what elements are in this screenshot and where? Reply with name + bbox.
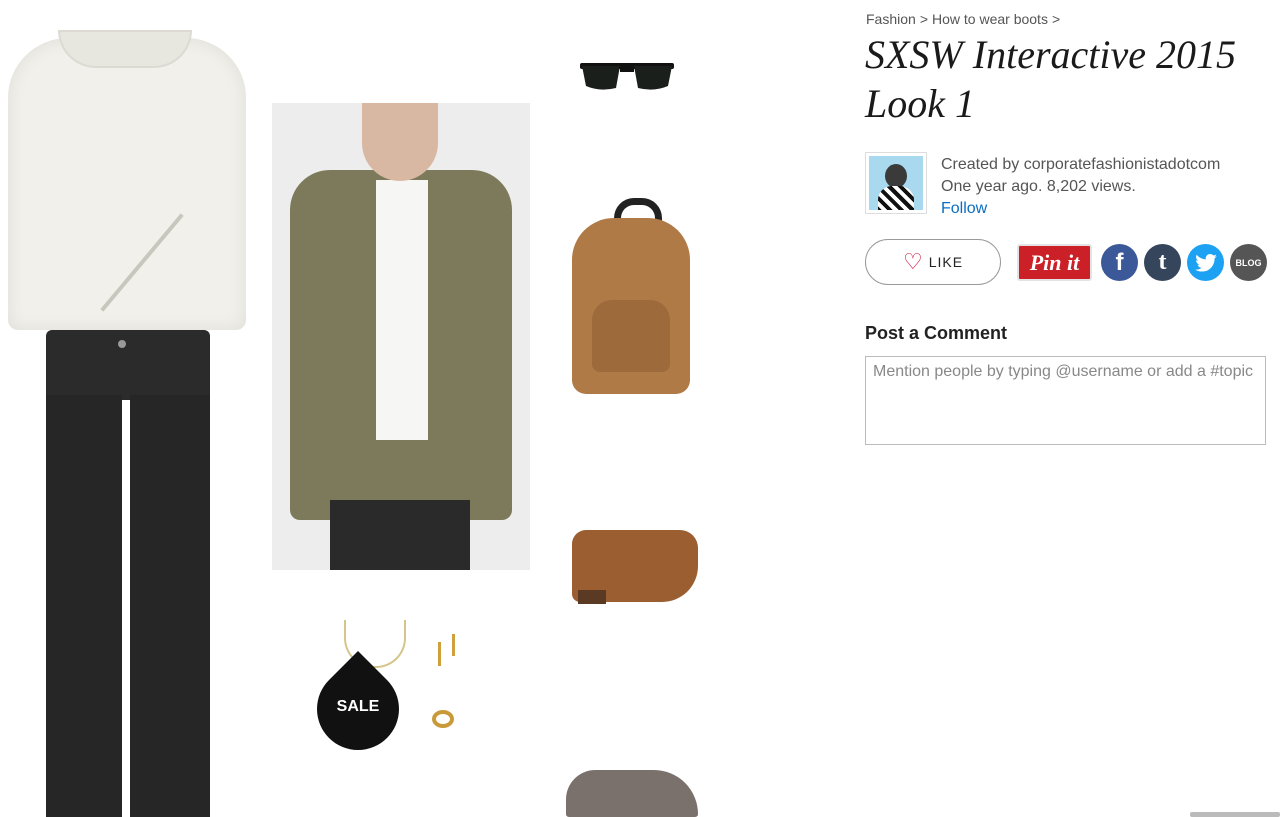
sunglasses-image[interactable] (580, 60, 674, 92)
creator-avatar[interactable] (865, 152, 927, 214)
backpack-pocket (592, 300, 670, 372)
breadcrumb-item-fashion[interactable]: Fashion (866, 11, 916, 27)
created-by-text: Created by corporatefashionistadotcom (941, 156, 1221, 173)
avatar-head (885, 164, 907, 188)
tumblr-icon: t (1158, 249, 1167, 275)
set-meta-text: One year ago. 8,202 views. (941, 178, 1136, 195)
avatar-body (878, 186, 914, 210)
blog-share-button[interactable]: BLOG (1230, 244, 1267, 281)
breadcrumb-item-how-to-wear-boots[interactable]: How to wear boots (932, 11, 1048, 27)
jeans-button (118, 340, 126, 348)
earring-image[interactable] (438, 642, 441, 666)
jeans-right-leg (130, 395, 210, 817)
ring-image[interactable] (432, 710, 454, 728)
tumblr-share-button[interactable]: t (1144, 244, 1181, 281)
scrollbar-hint (1190, 812, 1280, 817)
model-pants (330, 500, 470, 570)
breadcrumb-separator: > (1051, 11, 1061, 27)
jacket-inner-shirt (376, 180, 428, 440)
white-sweater-image[interactable] (8, 38, 246, 330)
heart-icon: ♡ (902, 249, 923, 274)
comment-heading: Post a Comment (865, 323, 1008, 343)
like-button[interactable]: ♡ LIKE (865, 239, 1001, 285)
slip-on-sneaker-image[interactable] (566, 770, 698, 817)
twitter-share-button[interactable] (1187, 244, 1224, 281)
blog-label: BLOG (1235, 257, 1262, 268)
facebook-icon: f (1115, 248, 1124, 276)
twitter-bird-icon (1194, 253, 1217, 272)
pinterest-button[interactable]: Pin it (1017, 244, 1092, 281)
breadcrumb: Fashion > How to wear boots > (866, 11, 1064, 27)
black-jeans-image[interactable] (46, 330, 210, 400)
sweater-collar (58, 30, 192, 68)
follow-link[interactable]: Follow (941, 198, 1220, 220)
earring-image-2 (452, 634, 455, 656)
model-head (362, 103, 438, 181)
jeans-left-leg (46, 395, 122, 817)
like-label: LIKE (928, 254, 964, 270)
collage: SALE (0, 0, 760, 817)
creator-info: Created by corporatefashionistadotcom On… (941, 154, 1220, 220)
facebook-share-button[interactable]: f (1101, 244, 1138, 281)
comment-input[interactable] (865, 356, 1266, 445)
boot-heel (578, 590, 606, 604)
sale-badge-label: SALE (336, 698, 380, 715)
set-title: SXSW Interactive 2015 Look 1 (865, 32, 1236, 126)
breadcrumb-separator: > (919, 11, 928, 27)
avatar-image (869, 156, 923, 210)
